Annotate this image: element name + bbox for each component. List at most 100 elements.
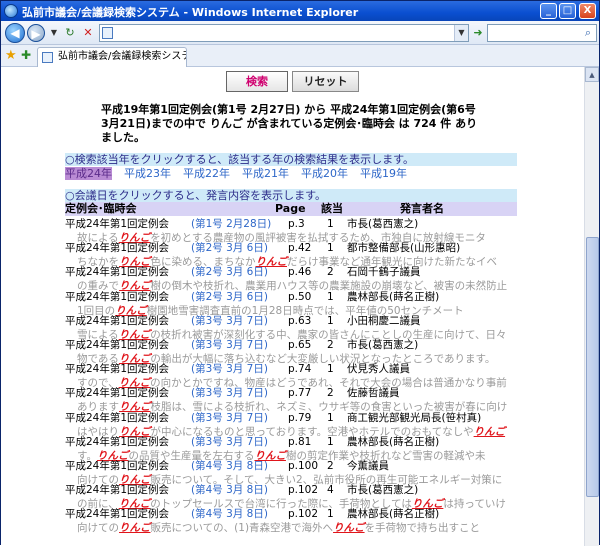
session-name: 平成24年第1回定例会 <box>65 435 170 448</box>
hit-count: 1 <box>327 314 334 327</box>
add-favorites-icon[interactable]: ✚ <box>21 48 31 62</box>
meeting-date-link[interactable]: (第3号 3月 7日) <box>191 338 268 352</box>
year-links: 平成24年 平成23年 平成22年 平成21年 平成20年 平成19年 <box>65 167 419 180</box>
hit-count: 1 <box>327 290 334 303</box>
minimize-button[interactable]: _ <box>540 3 557 19</box>
tab-page-icon <box>42 52 53 63</box>
session-name: 平成24年第1回定例会 <box>65 460 170 472</box>
hit-count: 1 <box>327 218 334 230</box>
page-number: p.65 <box>288 339 312 351</box>
tab-bar: ★ ✚ 弘前市議会/会議録検索システム <box>1 45 599 67</box>
meeting-date-link[interactable]: (第4号 3月 8日) <box>191 459 268 473</box>
search-icon[interactable]: ⌕ <box>581 26 595 40</box>
close-button[interactable]: X <box>579 3 596 19</box>
hit-count: 1 <box>327 435 334 448</box>
session-name: 平成24年第1回定例会 <box>65 411 170 424</box>
ie-logo-icon <box>4 4 18 18</box>
back-icon[interactable]: ◀ <box>5 23 25 43</box>
search-box[interactable]: ⌕ <box>487 24 597 42</box>
stop-icon[interactable]: ✕ <box>81 26 95 40</box>
excerpt: 向けてのりんご販売についての、(1)青森空港で海外へりんごを手荷物で持ち出すこと <box>77 521 517 535</box>
result-row: 平成24年第1回定例会 (第4号 3月 8日) p.102 1 農林部長(蒔名正樹) 向け… <box>65 507 517 536</box>
scroll-up-arrow-icon[interactable]: ▲ <box>585 67 599 82</box>
scroll-thumb[interactable] <box>586 237 599 497</box>
page-number: p.102 <box>288 508 319 521</box>
col-session: 定例会･臨時会 <box>65 202 137 215</box>
session-name: 平成24年第1回定例会 <box>65 290 170 303</box>
history-dropdown-icon[interactable]: ▼ <box>47 26 61 40</box>
page-number: p.74 <box>288 363 312 376</box>
address-dropdown-icon[interactable]: ▼ <box>454 25 468 41</box>
hit-count: 1 <box>327 508 334 521</box>
meeting-date-link[interactable]: (第2号 3月 6日) <box>191 290 268 304</box>
hit-count: 1 <box>327 411 334 424</box>
meeting-date-link[interactable]: (第2号 3月 6日) <box>191 241 268 255</box>
tab-active[interactable]: 弘前市議会/会議録検索システム <box>37 47 187 67</box>
year-link[interactable]: 平成24年 <box>65 167 112 180</box>
session-name: 平成24年第1回定例会 <box>65 484 170 497</box>
page-number: p.77 <box>288 387 312 400</box>
page-icon <box>102 27 113 39</box>
meeting-date-link[interactable]: (第1号 2月28日) <box>191 217 271 231</box>
meeting-date-link[interactable]: (第2号 3月 6日) <box>191 265 268 279</box>
speaker-name: 都市整備部長(山形惠昭) <box>347 242 461 255</box>
speaker-name: 市長(葛西憲之) <box>347 218 419 230</box>
year-link[interactable]: 平成19年 <box>360 167 407 180</box>
hit-count: 1 <box>327 242 334 255</box>
speaker-name: 石岡千鶴子議員 <box>347 266 421 279</box>
hit-count: 4 <box>327 484 334 497</box>
page-number: p.42 <box>288 242 312 255</box>
keyword-highlight: りんご <box>333 522 365 535</box>
meeting-date-link[interactable]: (第4号 3月 8日) <box>191 483 268 497</box>
navigation-bar: ◀ ▶ ▼ ↻ ✕ ▼ ➜ ⌕ <box>1 21 599 45</box>
date-hint: ○会議日をクリックすると、発言内容を表示します。 <box>65 189 517 202</box>
year-link[interactable]: 平成22年 <box>183 167 230 180</box>
reset-button[interactable]: リセット <box>292 71 359 92</box>
speaker-name: 農林部長(蒔名正樹) <box>347 290 440 303</box>
session-name: 平成24年第1回定例会 <box>65 387 170 400</box>
session-name: 平成24年第1回定例会 <box>65 266 170 279</box>
page-number: p.3 <box>288 218 305 230</box>
hit-count: 2 <box>327 266 334 279</box>
page-number: p.81 <box>288 435 312 448</box>
vertical-scrollbar[interactable]: ▲ <box>584 67 599 546</box>
meeting-date-link[interactable]: (第4号 3月 8日) <box>191 507 268 521</box>
year-link[interactable]: 平成23年 <box>124 167 171 180</box>
results-header: 定例会･臨時会 Page 該当 発言者名 <box>65 202 517 216</box>
session-name: 平成24年第1回定例会 <box>65 339 170 351</box>
page-content: 検索 リセット 平成19年第1回定例会(第1号 2月27日) から 平成24年第… <box>1 67 584 546</box>
meeting-date-link[interactable]: (第3号 3月 7日) <box>191 362 268 376</box>
tab-label: 弘前市議会/会議録検索システム <box>58 51 187 62</box>
meeting-date-link[interactable]: (第3号 3月 7日) <box>191 411 268 425</box>
col-page: Page <box>275 202 306 215</box>
hit-count: 2 <box>327 460 334 472</box>
result-summary: 平成19年第1回定例会(第1号 2月27日) から 平成24年第1回定例会(第6… <box>101 103 478 144</box>
col-count: 該当 <box>321 202 343 215</box>
meeting-date-link[interactable]: (第3号 3月 7日) <box>191 314 268 328</box>
page-number: p.46 <box>288 266 312 279</box>
refresh-icon[interactable]: ↻ <box>63 26 77 40</box>
speaker-name: 市長(葛西憲之) <box>347 484 419 497</box>
speaker-name: 伏見秀人議員 <box>347 363 410 376</box>
go-icon[interactable]: ➜ <box>471 26 485 40</box>
forward-icon[interactable]: ▶ <box>27 24 45 42</box>
speaker-name: 農林部長(蒔名正樹) <box>347 435 440 448</box>
meeting-date-link[interactable]: (第3号 3月 7日) <box>191 435 268 449</box>
speaker-name: 農林部長(蒔名正樹) <box>347 508 440 521</box>
excerpt-text: 向けての <box>77 522 119 535</box>
session-name: 平成24年第1回定例会 <box>65 314 170 327</box>
excerpt-text: 販売についての、(1)青森空港で海外へ <box>150 522 334 535</box>
year-link[interactable]: 平成21年 <box>242 167 289 180</box>
speaker-name: 今薫議員 <box>347 460 389 472</box>
maximize-button[interactable]: □ <box>559 3 576 19</box>
year-hint: ○検索該当年をクリックすると、該当する年の検索結果を表示します。 <box>65 153 517 166</box>
search-button[interactable]: 検索 <box>226 71 288 92</box>
speaker-name: 市長(葛西憲之) <box>347 339 419 351</box>
meeting-date-link[interactable]: (第3号 3月 7日) <box>191 386 268 400</box>
year-link[interactable]: 平成20年 <box>301 167 348 180</box>
favorites-star-icon[interactable]: ★ <box>5 48 17 63</box>
hit-count: 1 <box>327 363 334 376</box>
title-bar: 弘前市議会/会議録検索システム - Windows Internet Explo… <box>1 1 599 21</box>
speaker-name: 商工観光部観光局長(笹村真) <box>347 411 482 424</box>
address-bar[interactable]: ▼ <box>99 24 469 42</box>
